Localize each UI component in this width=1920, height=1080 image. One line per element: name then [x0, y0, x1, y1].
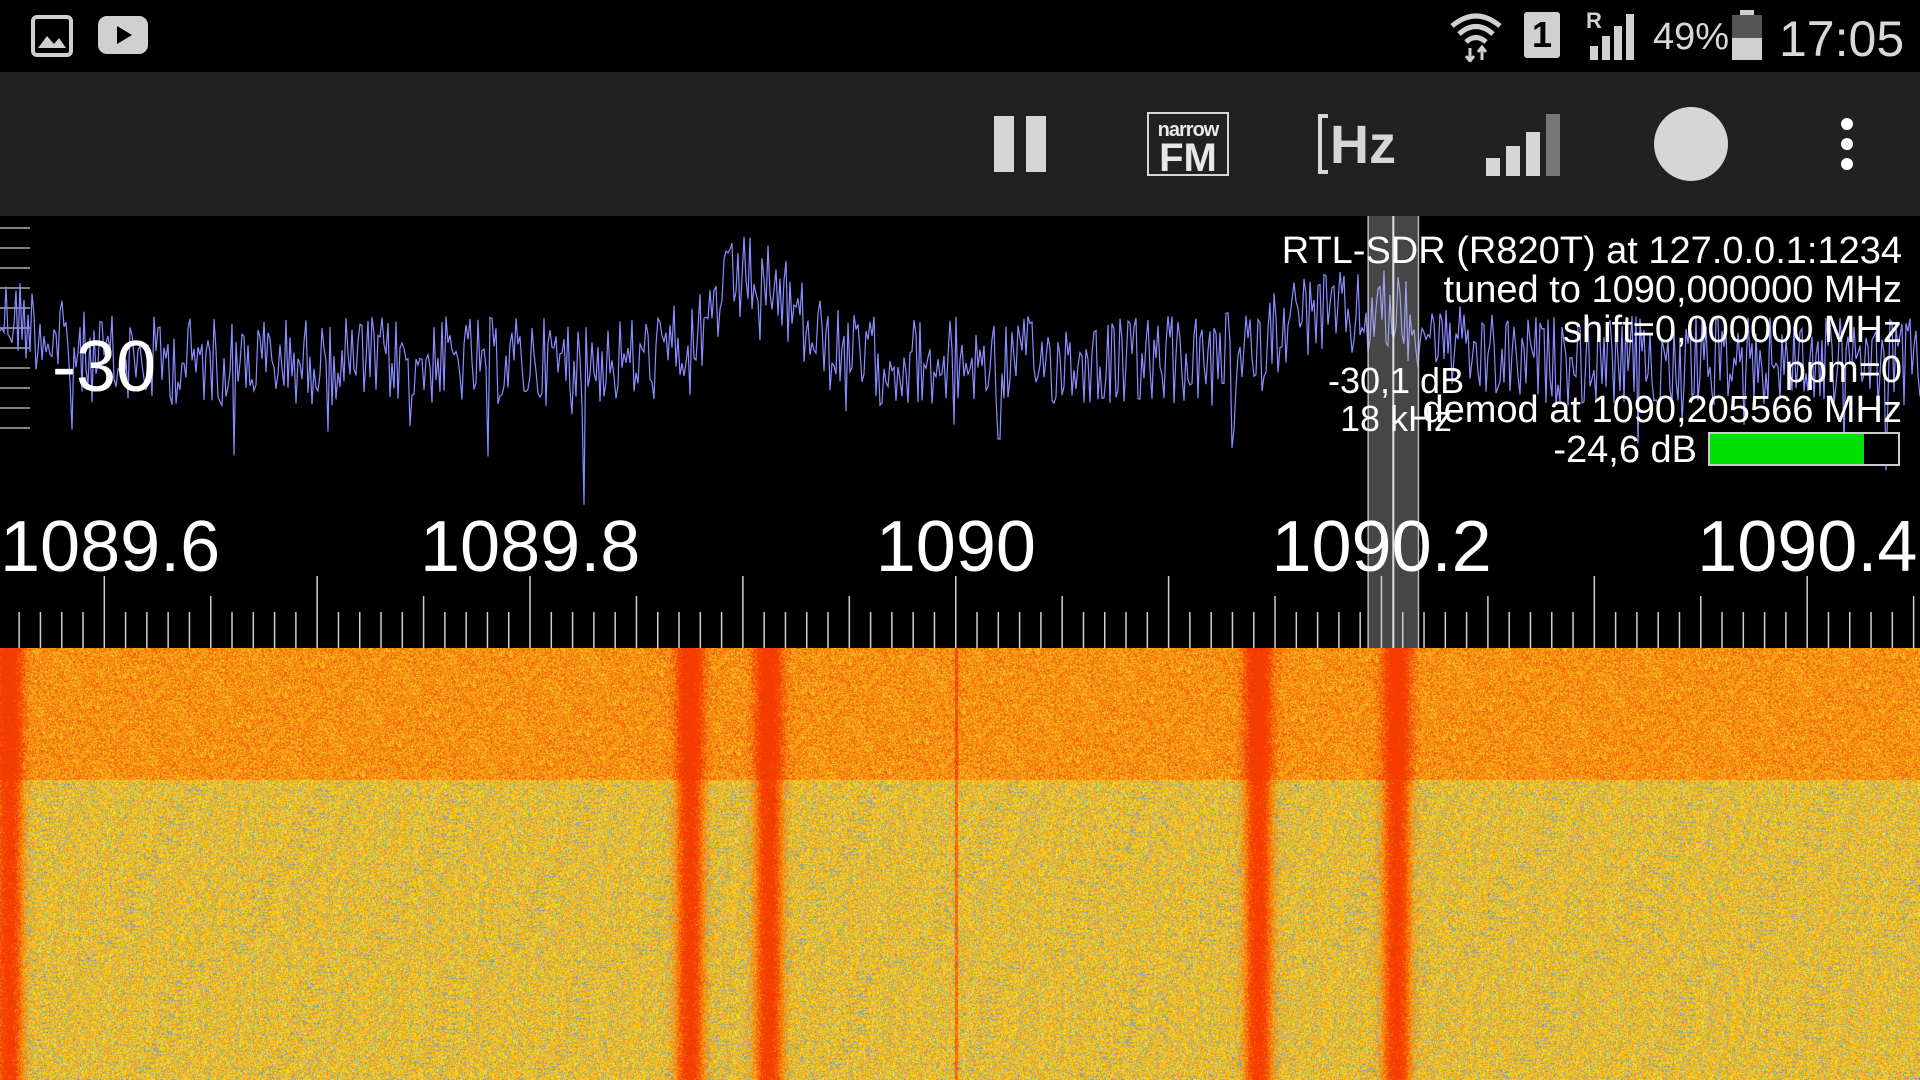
pause-icon: [994, 116, 1046, 172]
hz-text: Hz: [1330, 115, 1396, 175]
signal-bars-icon: [1486, 114, 1560, 176]
battery-level-fill: [1732, 37, 1762, 60]
waterfall-canvas: [0, 648, 1920, 1080]
frequency-label: 1089.8: [420, 507, 641, 587]
spectrum-view[interactable]: -30 RTL-SDR (R820T) at 127.0.0.1:1234 tu…: [0, 216, 1920, 648]
signal-level-text: -24,6 dB: [1553, 429, 1697, 471]
signal-roaming-icon: R: [1586, 8, 1644, 62]
record-button[interactable]: [1653, 106, 1729, 182]
marker-db: -30,1 dB: [1328, 360, 1465, 401]
clock: 17:05: [1779, 11, 1905, 67]
hz-bracket-icon: Hz: [1316, 110, 1396, 178]
overflow-menu-button[interactable]: [1832, 114, 1862, 174]
signal-level-fill: [1710, 434, 1865, 464]
pause-button[interactable]: [988, 114, 1052, 174]
sim-label: 1: [1531, 14, 1553, 55]
shift-value: shift=0,000000 MHz: [1562, 309, 1902, 351]
db-scale-label: -30: [52, 327, 157, 407]
demod-frequency: demod at 1090,205566 MHz: [1422, 389, 1902, 431]
gain-button[interactable]: [1484, 112, 1564, 178]
toolbar: narrow FM Hz: [0, 72, 1920, 216]
record-icon: [1654, 107, 1728, 181]
frequency-label: 1090: [875, 507, 1036, 587]
frequency-label: 1090.2: [1271, 507, 1492, 587]
frequency-label: 1089.6: [0, 507, 221, 587]
frequency-unit-button[interactable]: Hz: [1316, 110, 1396, 178]
gallery-icon: [31, 15, 73, 57]
narrow-fm-icon: narrow FM: [1147, 112, 1229, 180]
more-vertical-icon: [1841, 118, 1853, 170]
ppm-value: ppm=0: [1784, 349, 1902, 391]
youtube-icon: [98, 16, 148, 54]
device-info: RTL-SDR (R820T) at 127.0.0.1:1234: [1281, 230, 1902, 272]
battery-percent: 49%: [1653, 16, 1730, 58]
narrow-fm-button[interactable]: narrow FM: [1147, 112, 1229, 180]
battery-icon: [1732, 10, 1762, 60]
sim-1-icon: 1: [1524, 12, 1560, 58]
frequency-label: 1090.4: [1697, 507, 1918, 587]
wifi-icon: [1450, 13, 1502, 62]
status-bar: 1 R 49% 17:05: [0, 0, 1920, 72]
marker-bandwidth: 18 kHz: [1340, 398, 1453, 439]
narrow-fm-bottom-text: FM: [1159, 136, 1217, 180]
tuned-frequency: tuned to 1090,000000 MHz: [1443, 269, 1902, 311]
signal-level-meter: [1708, 432, 1900, 466]
waterfall-view[interactable]: [0, 648, 1920, 1080]
